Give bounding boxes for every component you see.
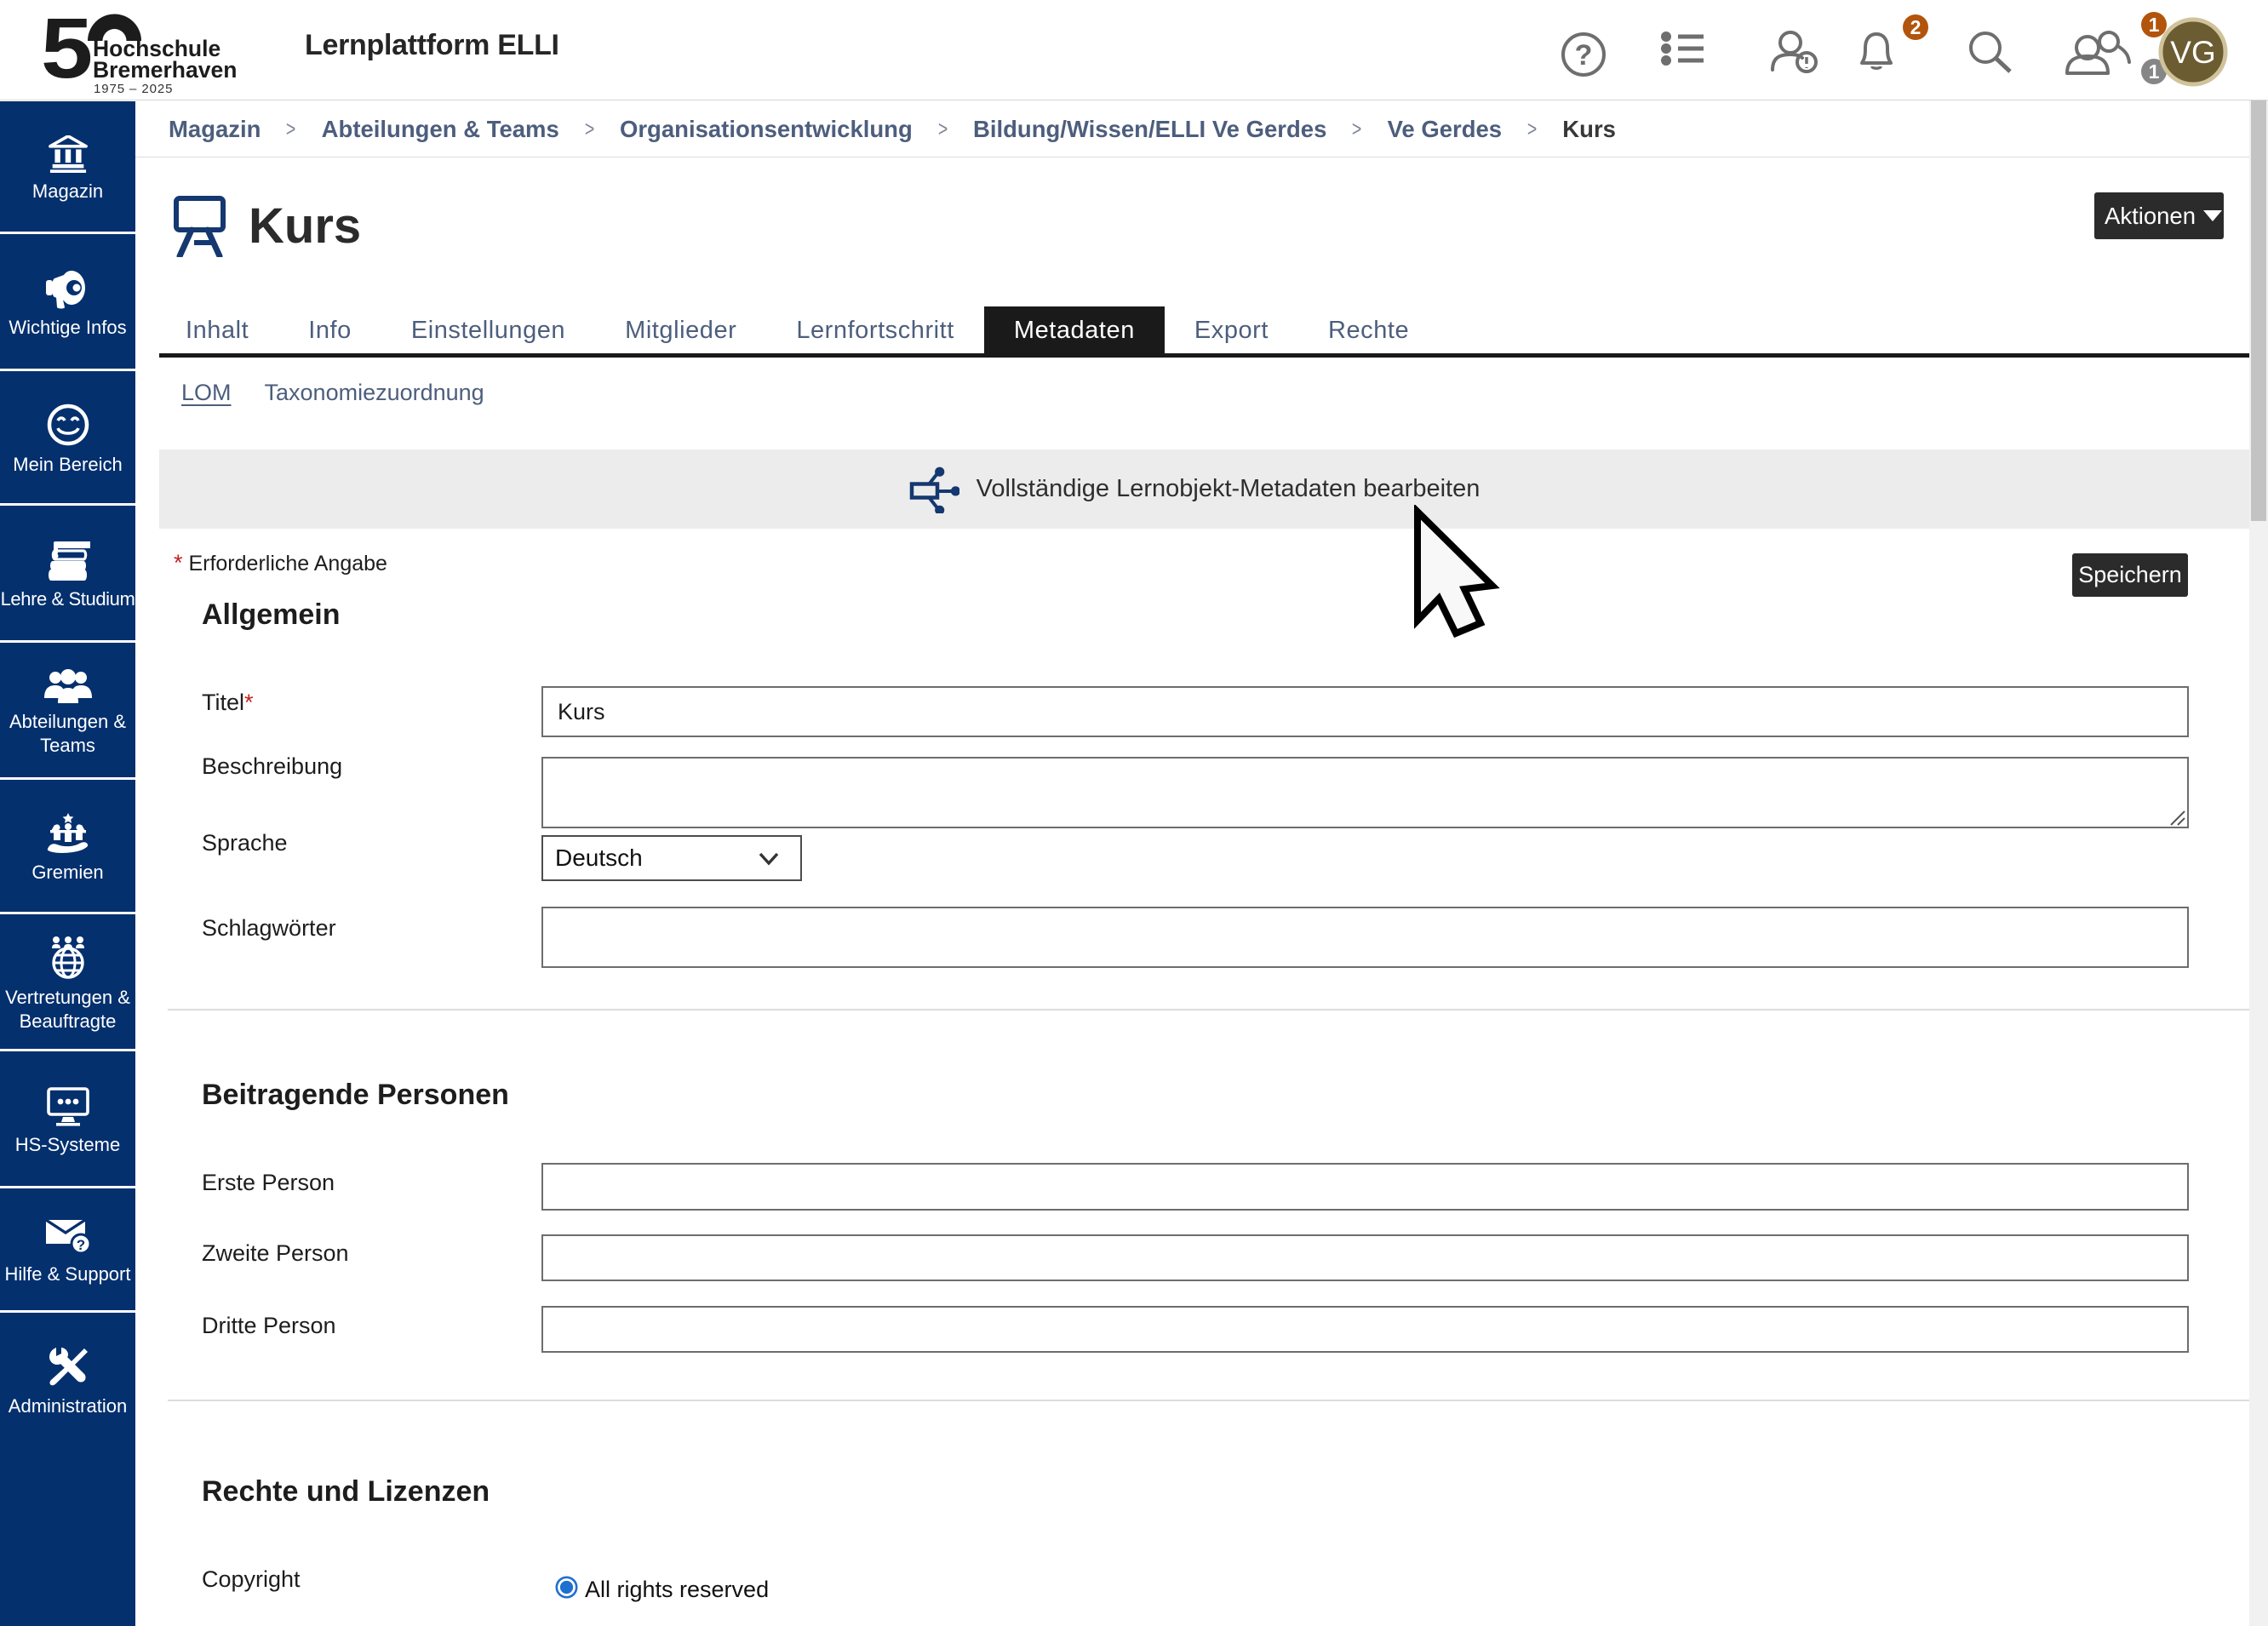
svg-text:Bremerhaven: Bremerhaven — [93, 57, 237, 83]
svg-text:1: 1 — [2149, 14, 2160, 36]
svg-text:?: ? — [1575, 39, 1593, 72]
svg-text:1: 1 — [2149, 60, 2160, 83]
svg-text:VG: VG — [2170, 35, 2215, 70]
svg-text:5: 5 — [41, 10, 93, 96]
svg-text:1975 – 2025: 1975 – 2025 — [94, 82, 173, 96]
svg-text:?: ? — [76, 1237, 84, 1253]
svg-text:2: 2 — [1910, 16, 1922, 38]
